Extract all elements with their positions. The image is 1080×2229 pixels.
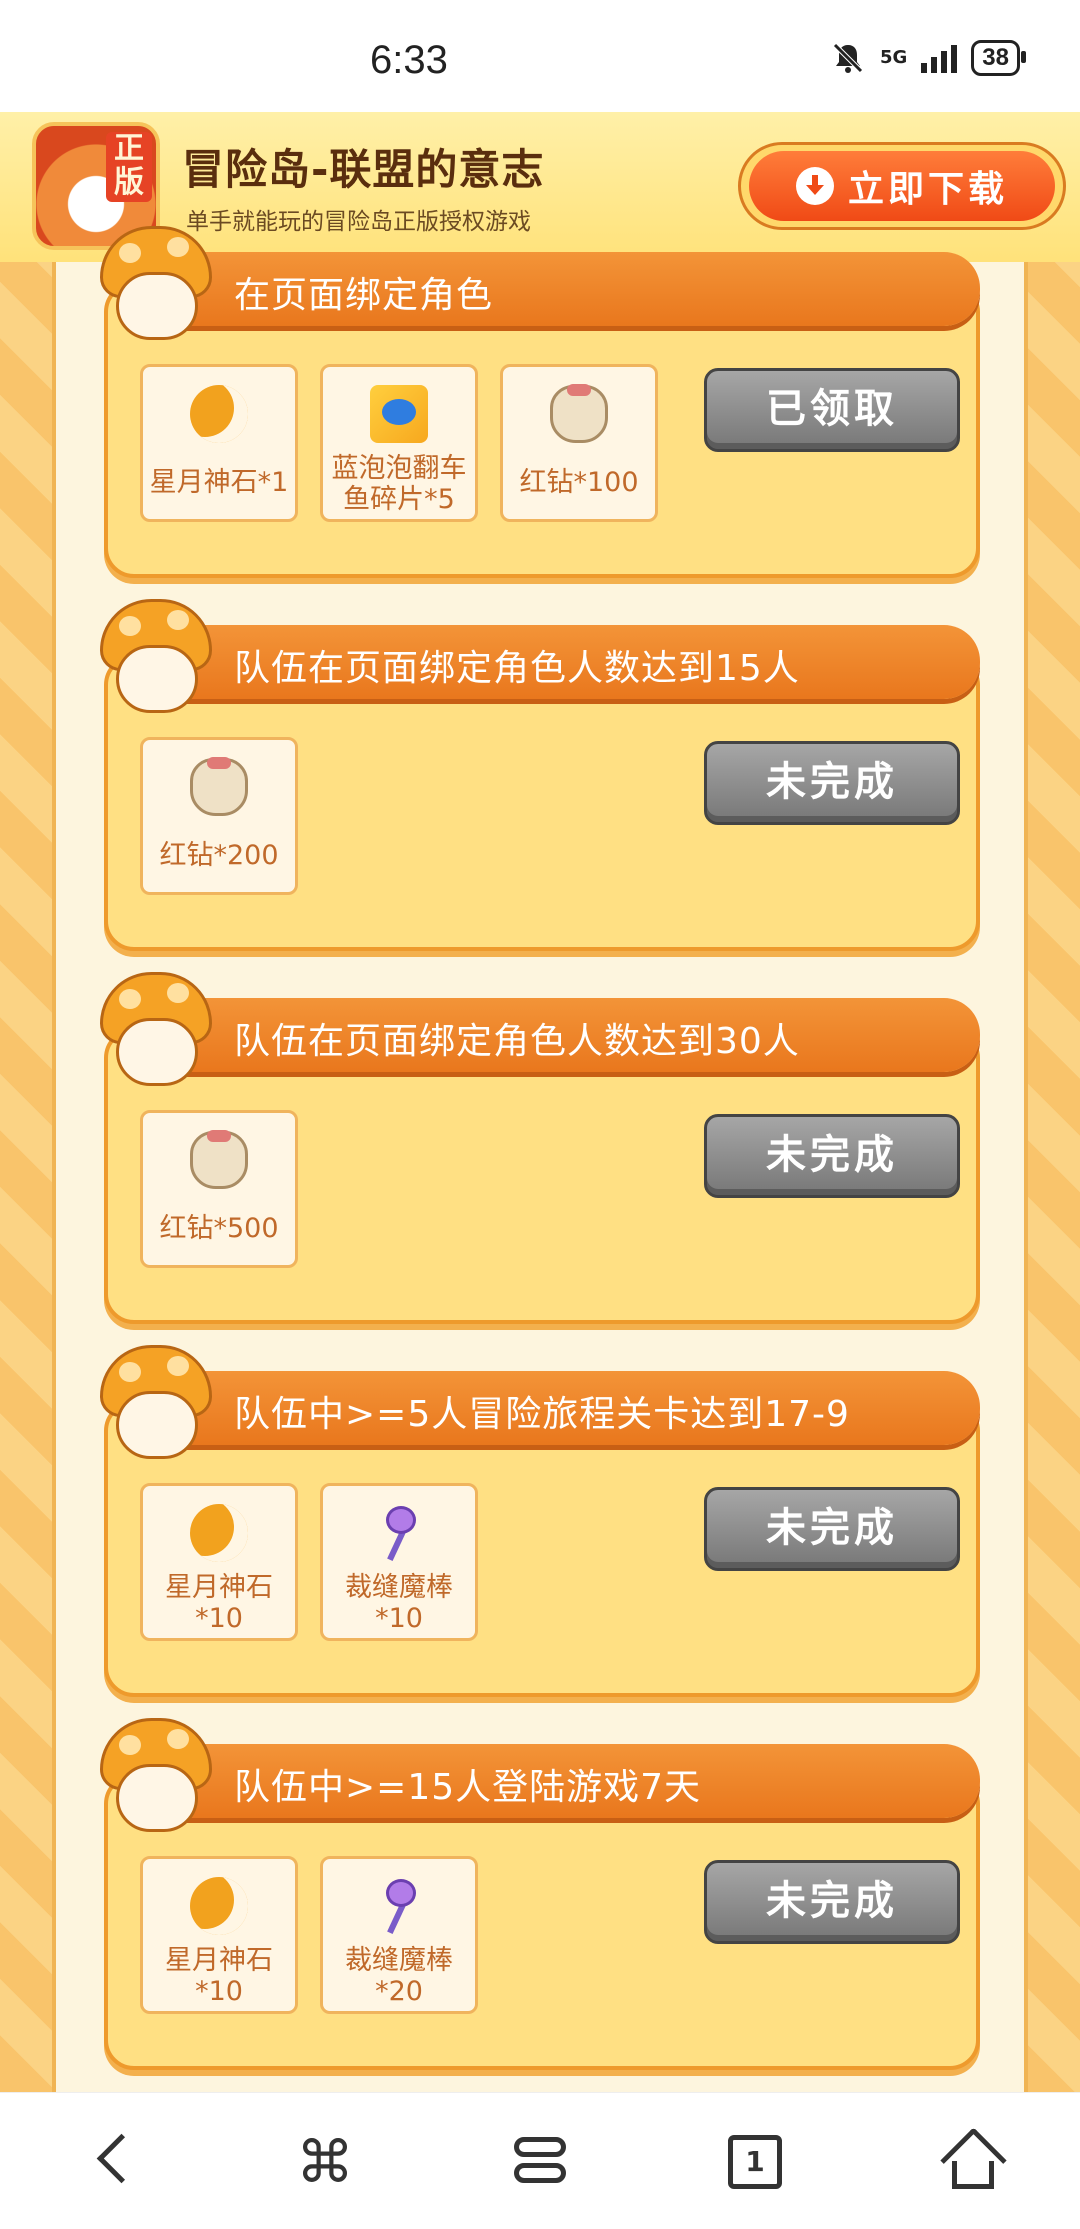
magic-wand-icon [370,1877,428,1935]
reward-item[interactable]: 红钻*200 [140,737,298,895]
incomplete-button[interactable]: 未完成 [704,1114,960,1198]
reward-list: 星月神石 *10 裁缝魔棒 *10 [140,1483,478,1641]
status-bar: 6:33 5G 38 [0,0,1080,112]
reward-list: 红钻*200 [140,737,298,895]
reward-item[interactable]: 红钻*500 [140,1110,298,1268]
mushroom-mascot-icon [94,1345,212,1459]
signal-icon [921,43,958,73]
red-diamond-bag-icon [550,384,608,443]
task-header: 队伍在页面绑定角色人数达到15人 [164,625,980,699]
download-label: 立即下载 [847,169,1008,210]
task-card: 队伍中>=5人冒险旅程关卡达到17-9 星月神石 *10 裁缝魔棒 *10 未完… [100,1345,980,1697]
task-card: 在页面绑定角色 星月神石*1 蓝泡泡翻车 鱼碎片*5 红钻*100 已领取 [100,226,980,578]
network-type: 5G [879,47,908,68]
back-icon[interactable] [76,2127,146,2197]
reward-label: 裁缝魔棒 *20 [345,1945,453,2007]
banner-subtitle: 单手就能玩的冒险岛正版授权游戏 [186,209,531,235]
claimed-button[interactable]: 已领取 [704,368,960,452]
mushroom-mascot-icon [94,226,212,340]
task-header: 队伍中>=15人登陆游戏7天 [164,1744,980,1818]
incomplete-button[interactable]: 未完成 [704,1860,960,1944]
task-card: 队伍在页面绑定角色人数达到15人 红钻*200 未完成 [100,599,980,951]
moon-stone-icon [190,385,248,443]
task-card: 队伍中>=15人登陆游戏7天 星月神石 *10 裁缝魔棒 *20 未完成 [100,1718,980,2070]
task-header: 在页面绑定角色 [164,252,980,326]
reward-label: 星月神石*1 [149,467,289,498]
reward-item[interactable]: 星月神石*1 [140,364,298,522]
reward-list: 红钻*500 [140,1110,298,1268]
main-content[interactable]: 在页面绑定角色 星月神石*1 蓝泡泡翻车 鱼碎片*5 红钻*100 已领取 队伍… [0,226,1080,2092]
reward-item[interactable]: 红钻*100 [500,364,658,522]
tabs-button[interactable]: 1 [728,2135,782,2189]
mushroom-mascot-icon [94,599,212,713]
status-icons: 5G 38 [830,40,1026,76]
mushroom-mascot-icon [94,1718,212,1832]
reward-label: 红钻*200 [159,840,279,871]
moon-stone-icon [190,1877,248,1935]
task-title: 队伍中>=5人冒险旅程关卡达到17-9 [234,1394,850,1435]
reward-item[interactable]: 裁缝魔棒 *20 [320,1856,478,2014]
reward-item[interactable]: 裁缝魔棒 *10 [320,1483,478,1641]
incomplete-button[interactable]: 未完成 [704,741,960,825]
task-title: 队伍在页面绑定角色人数达到15人 [234,648,800,689]
task-header: 队伍中>=5人冒险旅程关卡达到17-9 [164,1371,980,1445]
reward-label: 星月神石 *10 [165,1945,273,2007]
task-title: 队伍中>=15人登陆游戏7天 [234,1767,702,1808]
menu-icon[interactable] [508,2127,578,2197]
reward-item[interactable]: 星月神石 *10 [140,1856,298,2014]
home-icon[interactable] [938,2127,1008,2197]
incomplete-button[interactable]: 未完成 [704,1487,960,1571]
download-button[interactable]: 立即下载 [749,151,1055,221]
system-nav-bar: ⌘ 1 [0,2092,1080,2229]
task-title: 在页面绑定角色 [234,275,494,316]
reward-label: 红钻*100 [519,467,639,498]
app-icon-badge: 正版 [106,132,152,202]
bell-muted-icon [830,40,866,76]
command-key-icon[interactable]: ⌘ [290,2127,360,2197]
reward-label: 裁缝魔棒 *10 [345,1572,453,1634]
reward-item[interactable]: 蓝泡泡翻车 鱼碎片*5 [320,364,478,522]
download-button-frame: 立即下载 [738,142,1066,230]
moon-stone-icon [190,1504,248,1562]
magic-wand-icon [370,1504,428,1562]
task-title: 队伍在页面绑定角色人数达到30人 [234,1021,800,1062]
task-card: 队伍在页面绑定角色人数达到30人 红钻*500 未完成 [100,972,980,1324]
battery-indicator: 38 [971,40,1026,76]
fish-card-icon [370,385,428,443]
task-header: 队伍在页面绑定角色人数达到30人 [164,998,980,1072]
status-time: 6:33 [370,38,448,82]
red-diamond-bag-icon [190,1130,248,1189]
banner-title: 冒险岛-联盟的意志 [182,145,545,194]
reward-label: 星月神石 *10 [165,1572,273,1634]
red-diamond-bag-icon [190,757,248,816]
reward-label: 蓝泡泡翻车 鱼碎片*5 [331,453,467,515]
reward-item[interactable]: 星月神石 *10 [140,1483,298,1641]
reward-label: 红钻*500 [159,1213,279,1244]
download-icon [795,167,834,205]
reward-list: 星月神石*1 蓝泡泡翻车 鱼碎片*5 红钻*100 [140,364,658,522]
reward-list: 星月神石 *10 裁缝魔棒 *20 [140,1856,478,2014]
mushroom-mascot-icon [94,972,212,1086]
